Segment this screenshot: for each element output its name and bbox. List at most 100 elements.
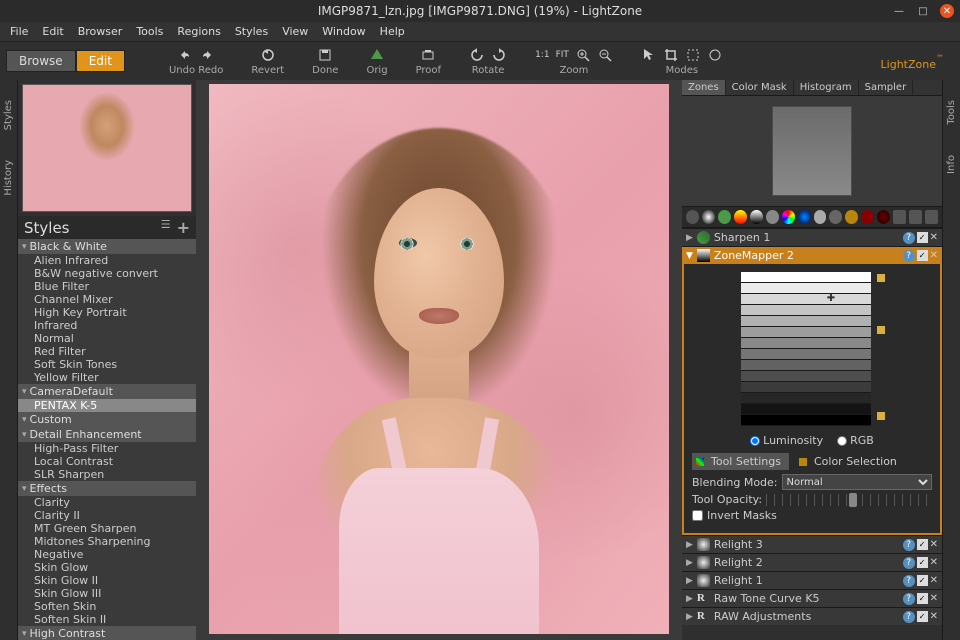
style-category[interactable]: Black & White — [18, 239, 196, 254]
zone-handle[interactable] — [877, 412, 885, 420]
tool-icon[interactable] — [877, 210, 890, 224]
style-item[interactable]: Channel Mixer — [18, 293, 196, 306]
done-group[interactable]: Done — [312, 46, 338, 76]
minimize-icon[interactable]: — — [892, 4, 906, 18]
tool-icon[interactable] — [909, 210, 922, 224]
rotate-mode-icon[interactable] — [707, 47, 723, 63]
tab-styles[interactable]: Styles — [3, 100, 14, 130]
proof-group[interactable]: Proof — [416, 46, 442, 76]
tool-icon[interactable] — [845, 210, 858, 224]
rotate-left-icon[interactable] — [469, 47, 485, 63]
tool-rawadj[interactable]: ▶RRAW Adjustments?✓✕ — [682, 608, 942, 625]
delete-icon[interactable]: ✕ — [930, 232, 938, 243]
tab-history[interactable]: History — [3, 160, 14, 196]
menu-window[interactable]: Window — [316, 23, 371, 40]
menu-styles[interactable]: Styles — [229, 23, 274, 40]
tab-info[interactable]: Info — [946, 155, 957, 174]
tool-icon[interactable] — [750, 210, 763, 224]
style-category[interactable]: Detail Enhancement — [18, 427, 196, 442]
tool-relight2[interactable]: ▶Relight 2?✓✕ — [682, 554, 942, 571]
tool-icon[interactable] — [829, 210, 842, 224]
style-item[interactable]: MT Green Sharpen — [18, 522, 196, 535]
style-item[interactable]: SLR Sharpen — [18, 468, 196, 481]
opacity-slider[interactable] — [766, 494, 932, 506]
rotate-group[interactable]: Rotate — [469, 46, 507, 76]
help-icon[interactable]: ? — [903, 232, 915, 244]
zoom-out-icon[interactable] — [597, 47, 613, 63]
style-item[interactable]: Clarity II — [18, 509, 196, 522]
style-item[interactable]: Midtones Sharpening — [18, 535, 196, 548]
rotate-right-icon[interactable] — [491, 47, 507, 63]
menu-help[interactable]: Help — [374, 23, 411, 40]
zone-handles[interactable] — [871, 272, 883, 426]
tool-settings-tab[interactable]: Tool Settings — [692, 453, 789, 470]
tool-icon[interactable] — [893, 210, 906, 224]
enable-checkbox[interactable]: ✓ — [917, 250, 928, 261]
invert-masks-checkbox[interactable] — [692, 510, 703, 521]
zone-strip[interactable]: ✚ — [692, 272, 932, 426]
styles-add-icon[interactable]: + — [177, 218, 190, 237]
undo-icon[interactable] — [177, 47, 193, 63]
style-item[interactable]: Red Filter — [18, 345, 196, 358]
tool-rawtone[interactable]: ▶RRaw Tone Curve K5?✓✕ — [682, 590, 942, 607]
menu-view[interactable]: View — [276, 23, 314, 40]
style-item[interactable]: PENTAX K-5 — [18, 399, 196, 412]
tool-icon[interactable] — [766, 210, 779, 224]
style-category[interactable]: Effects — [18, 481, 196, 496]
style-item[interactable]: Clarity — [18, 496, 196, 509]
tool-relight3[interactable]: ▶Relight 3?✓✕ — [682, 536, 942, 553]
close-icon[interactable]: ✕ — [940, 4, 954, 18]
zone-handle[interactable] — [877, 326, 885, 334]
menu-file[interactable]: File — [4, 23, 34, 40]
style-item[interactable]: Negative — [18, 548, 196, 561]
style-item[interactable]: Skin Glow II — [18, 574, 196, 587]
region-icon[interactable] — [685, 47, 701, 63]
zoom-in-icon[interactable] — [575, 47, 591, 63]
tool-icon[interactable] — [782, 210, 795, 224]
edit-mode-button[interactable]: Edit — [76, 50, 125, 72]
style-category[interactable]: Custom — [18, 412, 196, 427]
style-item[interactable]: Soften Skin — [18, 600, 196, 613]
style-item[interactable]: Infrared — [18, 319, 196, 332]
modes-group[interactable]: Modes — [641, 46, 723, 76]
style-category[interactable]: High Contrast — [18, 626, 196, 640]
menu-browser[interactable]: Browser — [72, 23, 129, 40]
tool-icon[interactable] — [718, 210, 731, 224]
redo-icon[interactable] — [199, 47, 215, 63]
color-selection-tab[interactable]: Color Selection — [795, 453, 905, 470]
tool-icon[interactable] — [798, 210, 811, 224]
tab-tools[interactable]: Tools — [946, 100, 957, 125]
thumbnail-preview[interactable] — [22, 84, 192, 212]
menu-tools[interactable]: Tools — [130, 23, 169, 40]
enable-checkbox[interactable]: ✓ — [917, 232, 928, 243]
styles-list[interactable]: Black & WhiteAlien InfraredB&W negative … — [18, 239, 196, 640]
tool-zonemapper[interactable]: ▼ ZoneMapper 2 ?✓✕ — [682, 247, 942, 264]
style-item[interactable]: High Key Portrait — [18, 306, 196, 319]
zone-handle[interactable] — [877, 274, 885, 282]
style-item[interactable]: Soft Skin Tones — [18, 358, 196, 371]
style-item[interactable]: Skin Glow — [18, 561, 196, 574]
style-item[interactable]: Yellow Filter — [18, 371, 196, 384]
tool-icon[interactable] — [861, 210, 874, 224]
tool-relight1[interactable]: ▶Relight 1?✓✕ — [682, 572, 942, 589]
blending-mode-select[interactable]: Normal — [782, 474, 932, 490]
style-item[interactable]: Soften Skin II — [18, 613, 196, 626]
tab-zones[interactable]: Zones — [682, 80, 726, 95]
crop-icon[interactable] — [663, 47, 679, 63]
style-item[interactable]: Skin Glow III — [18, 587, 196, 600]
style-item[interactable]: High-Pass Filter — [18, 442, 196, 455]
style-item[interactable]: Local Contrast — [18, 455, 196, 468]
tab-colormask[interactable]: Color Mask — [726, 80, 794, 95]
zoom-11-icon[interactable]: 1:1 — [535, 50, 549, 60]
help-icon[interactable]: ? — [903, 250, 915, 262]
pointer-icon[interactable] — [641, 47, 657, 63]
maximize-icon[interactable]: □ — [916, 4, 930, 18]
tool-icon[interactable] — [925, 210, 938, 224]
browse-mode-button[interactable]: Browse — [6, 50, 76, 72]
revert-group[interactable]: Revert — [251, 46, 284, 76]
style-item[interactable]: Blue Filter — [18, 280, 196, 293]
delete-icon[interactable]: ✕ — [930, 250, 938, 261]
tool-icon[interactable] — [814, 210, 827, 224]
styles-list-icon[interactable]: ☰ — [161, 218, 171, 237]
tool-icon[interactable] — [734, 210, 747, 224]
